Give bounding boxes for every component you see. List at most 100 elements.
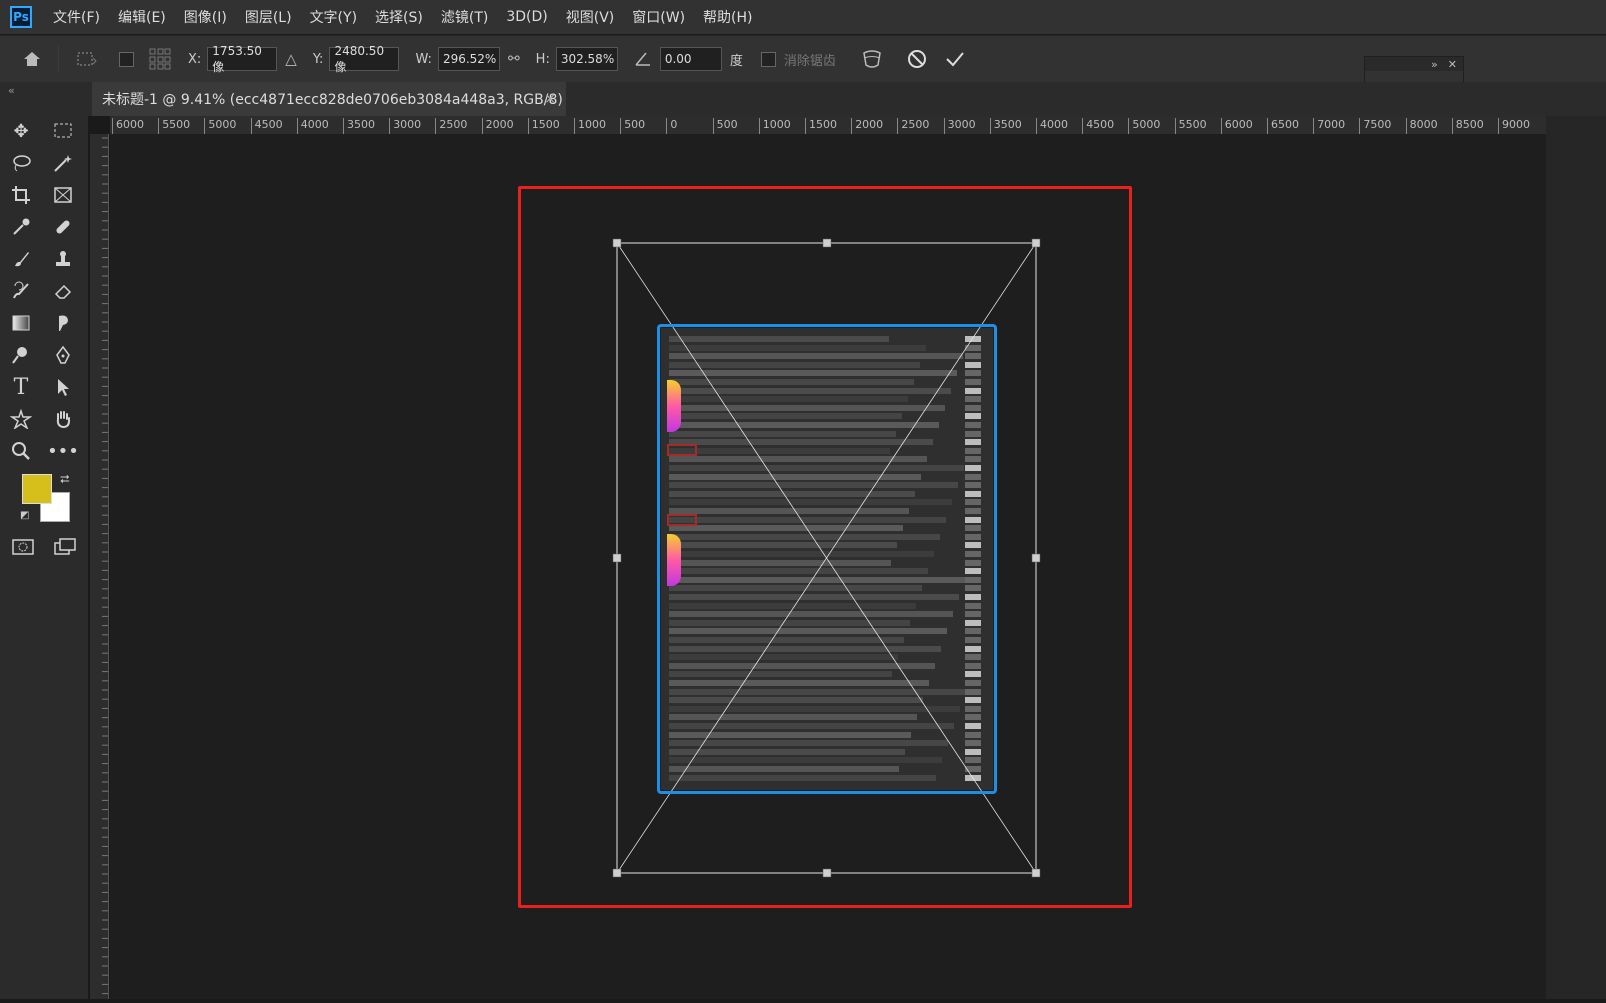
document-tab[interactable]: 未标题-1 @ 9.41% (ecc4871ecc828de0706eb3084… <box>92 82 566 116</box>
transform-preset-icon[interactable] <box>75 50 97 68</box>
marquee-tool-icon[interactable] <box>42 118 84 144</box>
ruler-label: 4500 <box>250 118 283 134</box>
menu-edit[interactable]: 编辑(E) <box>109 7 175 27</box>
dodge-tool-icon[interactable] <box>0 342 42 368</box>
default-colors-icon[interactable]: ◩ <box>20 510 29 521</box>
tools-panel: « ✥ T ••• ⮂ ◩ <box>0 82 88 999</box>
frame-tool-icon[interactable] <box>42 182 84 208</box>
gradient-tool-icon[interactable] <box>0 310 42 336</box>
ruler-label: 3500 <box>343 118 375 134</box>
ruler-label: 1000 <box>758 118 791 134</box>
height-input[interactable]: 302.58% <box>555 47 618 71</box>
menu-bar: Ps 文件(F) 编辑(E) 图像(I) 图层(L) 文字(Y) 选择(S) 滤… <box>0 0 1606 34</box>
menu-help[interactable]: 帮助(H) <box>694 7 761 27</box>
ruler-label: 5000 <box>204 118 236 134</box>
collapse-icon[interactable]: » <box>1431 58 1438 71</box>
menu-layer[interactable]: 图层(L) <box>236 7 301 27</box>
antialias-label: 消除锯齿 <box>783 53 836 69</box>
reference-point-checkbox[interactable] <box>119 51 134 67</box>
y-input[interactable]: 2480.50 像 <box>329 44 400 74</box>
ruler-label: 500 <box>712 118 738 134</box>
menu-filter[interactable]: 滤镜(T) <box>432 7 497 27</box>
width-input[interactable]: 296.52% <box>437 47 500 71</box>
quick-mask-icon[interactable] <box>12 538 34 560</box>
ruler-label: 1500 <box>805 118 837 134</box>
menu-file[interactable]: 文件(F) <box>44 7 109 27</box>
ruler-label: 5500 <box>158 118 190 134</box>
zoom-tool-icon[interactable] <box>0 438 42 464</box>
ruler-label: 4000 <box>296 118 329 134</box>
horizontal-ruler[interactable]: 6000 5500 5000 4500 4000 3500 3000 2500 2000 1500… <box>110 116 1546 135</box>
x-label: X: <box>188 51 202 67</box>
more-tools-icon[interactable]: ••• <box>42 438 84 464</box>
ruler-label: 4000 <box>1036 118 1068 134</box>
commit-transform-icon[interactable] <box>944 48 966 70</box>
w-label: W: <box>415 51 432 67</box>
link-icon[interactable]: ⚯ <box>508 51 520 67</box>
separator <box>58 46 59 72</box>
reference-point-grid-icon[interactable] <box>148 47 172 71</box>
panel-collapse-icon[interactable]: « <box>8 84 15 97</box>
brush-tool-icon[interactable] <box>0 246 42 272</box>
ruler-label: 6500 <box>1267 118 1299 134</box>
home-icon[interactable] <box>22 50 42 68</box>
menu-type[interactable]: 文字(Y) <box>301 7 366 27</box>
tab-close-icon[interactable]: × <box>544 91 556 107</box>
custom-shape-tool-icon[interactable] <box>0 406 42 432</box>
type-tool-icon[interactable]: T <box>0 374 42 400</box>
ruler-label: 2000 <box>851 118 883 134</box>
pasteboard-right <box>1546 116 1606 999</box>
menu-view[interactable]: 视图(V) <box>557 7 624 27</box>
document-tab-title: 未标题-1 @ 9.41% (ecc4871ecc828de0706eb3084… <box>102 92 563 108</box>
menu-select[interactable]: 选择(S) <box>366 7 432 27</box>
healing-brush-tool-icon[interactable] <box>42 214 84 240</box>
ruler-label: 7000 <box>1313 118 1345 134</box>
magic-wand-tool-icon[interactable] <box>42 150 84 176</box>
menu-window[interactable]: 窗口(W) <box>623 7 694 27</box>
eyedropper-tool-icon[interactable] <box>0 214 42 240</box>
ruler-label: 500 <box>620 118 645 134</box>
ruler-label: 2500 <box>897 118 929 134</box>
path-selection-tool-icon[interactable] <box>42 374 84 400</box>
menu-image[interactable]: 图像(I) <box>175 7 236 27</box>
warp-mode-icon[interactable] <box>860 47 884 71</box>
panel-close-icon[interactable]: ✕ <box>1448 58 1457 71</box>
cancel-transform-icon[interactable] <box>906 48 928 70</box>
angle-icon <box>634 51 652 67</box>
foreground-color-swatch[interactable] <box>22 474 52 504</box>
menu-3d[interactable]: 3D(D) <box>497 9 556 25</box>
angle-unit: 度 <box>729 53 743 69</box>
screen-mode-icon[interactable] <box>54 538 76 560</box>
angle-input[interactable]: 0.00 <box>659 47 722 71</box>
ruler-label: 8000 <box>1405 118 1438 134</box>
ruler-label: 6000 <box>112 118 144 134</box>
pen-tool-icon[interactable] <box>42 342 84 368</box>
ruler-label: 3000 <box>389 118 421 134</box>
ruler-label: 8500 <box>1451 118 1484 134</box>
swap-colors-icon[interactable]: ⮂ <box>60 472 70 487</box>
clone-stamp-tool-icon[interactable] <box>42 246 84 272</box>
document-tab-bar: 未标题-1 @ 9.41% (ecc4871ecc828de0706eb3084… <box>88 82 1606 116</box>
x-input[interactable]: 1753.50 像 <box>207 44 278 74</box>
move-tool-icon[interactable]: ✥ <box>0 118 42 144</box>
ruler-label: 4500 <box>1082 118 1114 134</box>
ruler-label: 7500 <box>1359 118 1391 134</box>
ruler-label: 3000 <box>943 118 976 134</box>
ruler-label: 5500 <box>1174 118 1207 134</box>
ruler-label: 2000 <box>481 118 514 134</box>
crop-tool-icon[interactable] <box>0 182 42 208</box>
lasso-tool-icon[interactable] <box>0 150 42 176</box>
eraser-tool-icon[interactable] <box>42 278 84 304</box>
photoshop-logo[interactable]: Ps <box>10 6 32 28</box>
antialias-checkbox[interactable] <box>760 51 776 67</box>
smudge-tool-icon[interactable] <box>42 310 84 336</box>
panel-header: » ✕ <box>1365 57 1463 71</box>
relative-position-icon[interactable]: △ <box>285 50 297 68</box>
hand-tool-icon[interactable] <box>42 406 84 432</box>
history-brush-tool-icon[interactable] <box>0 278 42 304</box>
ruler-label: 6000 <box>1220 118 1253 134</box>
vertical-ruler[interactable] <box>90 134 109 999</box>
ruler-label: 2500 <box>435 118 467 134</box>
h-label: H: <box>535 51 550 67</box>
blue-highlight-box <box>657 324 997 794</box>
